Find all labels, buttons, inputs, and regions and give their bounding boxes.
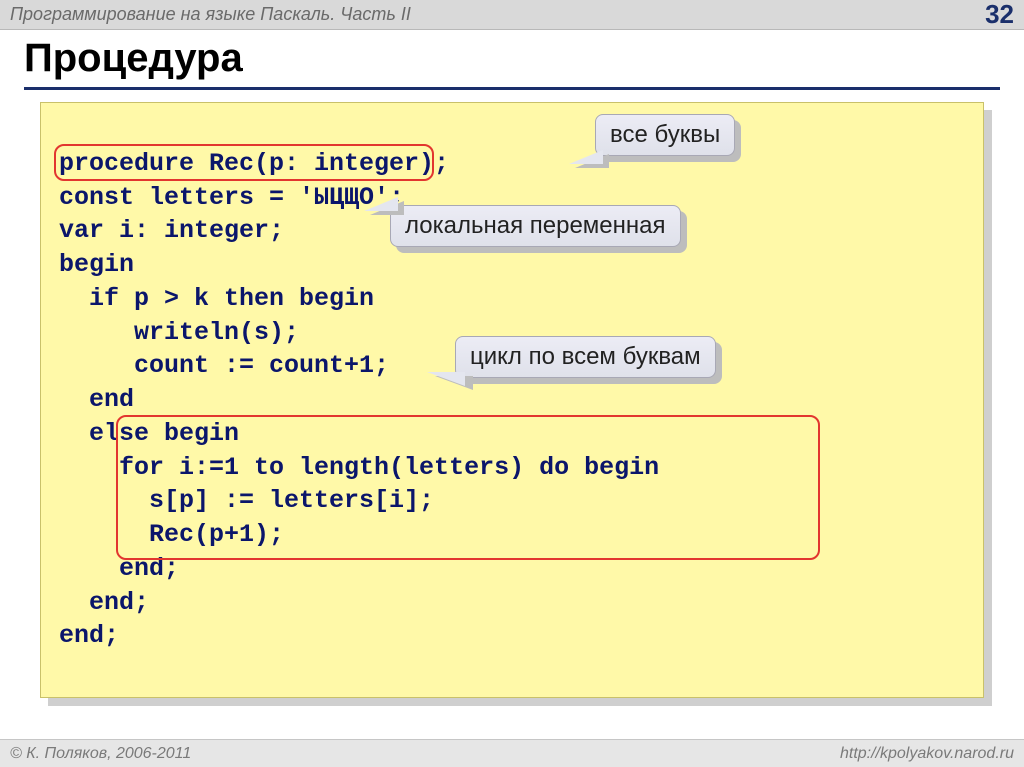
- page-number: 32: [985, 0, 1014, 30]
- callout-local-var: локальная переменная: [390, 205, 681, 247]
- page-title: Процедура: [24, 36, 1000, 81]
- code-line: count := count+1;: [59, 351, 389, 380]
- code-line: if p > k then begin: [59, 284, 374, 313]
- code-line: begin: [59, 250, 134, 279]
- code-line: end;: [59, 588, 149, 617]
- code-line: end;: [59, 621, 119, 650]
- callout-loop-letters: цикл по всем буквам: [455, 336, 716, 378]
- heading-section: Процедура: [0, 30, 1024, 90]
- code-line: const letters = 'ЫЦЩО';: [59, 183, 404, 212]
- highlight-for-loop: [116, 415, 820, 560]
- callout-text: локальная переменная: [390, 205, 681, 247]
- slide-header: Программирование на языке Паскаль. Часть…: [0, 0, 1024, 30]
- highlight-const-letters: [54, 144, 434, 181]
- footer-url: http://kpolyakov.narod.ru: [840, 745, 1014, 763]
- code-line: end: [59, 385, 134, 414]
- heading-divider: [24, 87, 1000, 90]
- code-box: procedure Rec(p: integer); const letters…: [40, 102, 984, 698]
- footer-author: © К. Поляков, 2006-2011: [10, 745, 191, 763]
- code-area: procedure Rec(p: integer); const letters…: [40, 102, 984, 698]
- callout-all-letters: все буквы: [595, 114, 735, 156]
- slide-footer: © К. Поляков, 2006-2011 http://kpolyakov…: [0, 739, 1024, 767]
- code-line: var i: integer;: [59, 216, 284, 245]
- code-line: writeln(s);: [59, 318, 299, 347]
- callout-text: цикл по всем буквам: [455, 336, 716, 378]
- course-title: Программирование на языке Паскаль. Часть…: [10, 4, 411, 25]
- callout-text: все буквы: [595, 114, 735, 156]
